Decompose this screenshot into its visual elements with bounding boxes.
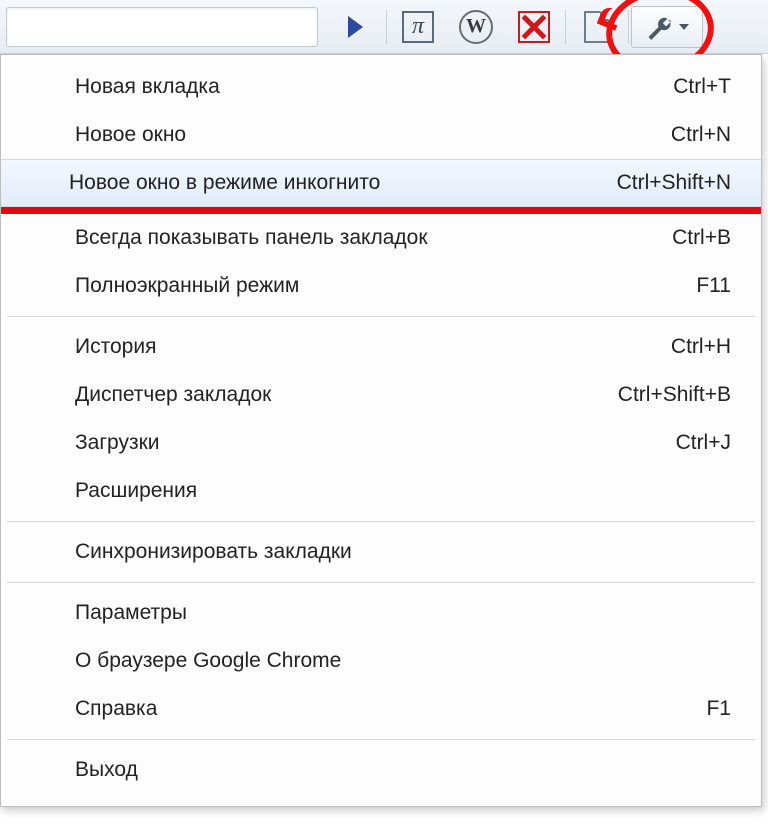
menu-item-shortcut: F1 <box>706 697 731 721</box>
menu-separator <box>7 316 755 317</box>
menu-item-shortcut: Ctrl+N <box>671 123 731 147</box>
address-bar[interactable] <box>6 7 318 47</box>
menu-item-shortcut: Ctrl+Shift+N <box>617 171 731 195</box>
play-button[interactable] <box>330 7 380 47</box>
menu-item-shortcut: Ctrl+B <box>672 226 731 250</box>
new-document-button[interactable] <box>572 7 622 47</box>
chevron-down-icon <box>679 24 689 30</box>
menu-item-label: Диспетчер закладок <box>75 383 618 407</box>
menu-separator <box>7 521 755 522</box>
annotation-underline <box>1 207 761 214</box>
menu-item[interactable]: О браузере Google Chrome <box>1 637 761 685</box>
play-icon <box>348 16 363 38</box>
menu-item-label: Новая вкладка <box>75 75 673 99</box>
wrench-menu-button[interactable] <box>631 6 703 48</box>
menu-item[interactable]: ИсторияCtrl+H <box>1 323 761 371</box>
menu-item-label: Загрузки <box>75 431 676 455</box>
pi-icon: π <box>402 11 434 43</box>
wikipedia-icon: W <box>459 10 493 44</box>
math-pi-button[interactable]: π <box>393 7 443 47</box>
menu-item[interactable]: Всегда показывать панель закладокCtrl+B <box>1 214 761 262</box>
toolbar-separator <box>386 10 387 44</box>
menu-separator <box>7 739 755 740</box>
document-icon <box>584 11 610 43</box>
menu-item[interactable]: Полноэкранный режимF11 <box>1 262 761 310</box>
menu-item-label: Новое окно в режиме инкогнито <box>69 171 617 195</box>
menu-separator <box>7 582 755 583</box>
menu-item-shortcut: Ctrl+T <box>673 75 731 99</box>
menu-item-label: Всегда показывать панель закладок <box>75 226 672 250</box>
menu-item-shortcut: F11 <box>696 274 731 298</box>
menu-item[interactable]: Синхронизировать закладки <box>1 528 761 576</box>
menu-item-label: Справка <box>75 697 706 721</box>
menu-item-label: Синхронизировать закладки <box>75 540 731 564</box>
wikipedia-button[interactable]: W <box>451 7 501 47</box>
menu-item-label: О браузере Google Chrome <box>75 649 731 673</box>
red-x-icon <box>518 11 550 43</box>
menu-item[interactable]: Выход <box>1 746 761 794</box>
menu-item-label: Расширения <box>75 479 731 503</box>
menu-item-shortcut: Ctrl+Shift+B <box>618 383 731 407</box>
menu-item[interactable]: Новое окно в режиме инкогнитоCtrl+Shift+… <box>1 159 761 207</box>
menu-item-label: Параметры <box>75 601 731 625</box>
menu-item[interactable]: ЗагрузкиCtrl+J <box>1 419 761 467</box>
toolbar: π W <box>0 0 768 54</box>
menu-item-label: Новое окно <box>75 123 671 147</box>
menu-item[interactable]: СправкаF1 <box>1 685 761 733</box>
menu-item-label: Выход <box>75 758 731 782</box>
toolbar-separator <box>628 10 629 44</box>
block-button[interactable] <box>509 7 559 47</box>
menu-item-shortcut: Ctrl+H <box>671 335 731 359</box>
menu-item[interactable]: Новое окноCtrl+N <box>1 111 761 159</box>
toolbar-separator <box>565 10 566 44</box>
wrench-dropdown-menu: Новая вкладкаCtrl+TНовое окноCtrl+NНовое… <box>0 54 762 807</box>
wrench-icon <box>645 13 673 41</box>
menu-item[interactable]: Диспетчер закладокCtrl+Shift+B <box>1 371 761 419</box>
menu-item[interactable]: Новая вкладкаCtrl+T <box>1 63 761 111</box>
menu-item[interactable]: Параметры <box>1 589 761 637</box>
menu-item-label: Полноэкранный режим <box>75 274 696 298</box>
menu-item[interactable]: Расширения <box>1 467 761 515</box>
menu-item-shortcut: Ctrl+J <box>676 431 731 455</box>
menu-item-label: История <box>75 335 671 359</box>
